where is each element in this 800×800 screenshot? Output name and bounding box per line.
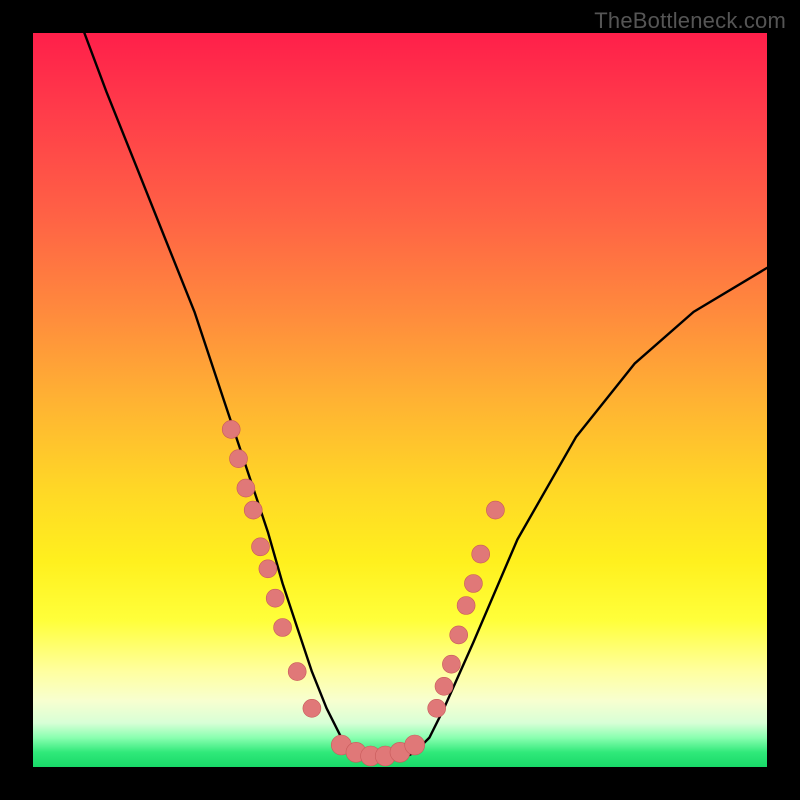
marker-dot bbox=[472, 545, 490, 563]
marker-dot bbox=[274, 619, 292, 637]
marker-dot bbox=[259, 560, 277, 578]
plot-area bbox=[33, 33, 767, 767]
marker-dot bbox=[457, 597, 475, 615]
marker-dot bbox=[464, 575, 482, 593]
marker-dot bbox=[486, 501, 504, 519]
watermark-text: TheBottleneck.com bbox=[594, 8, 786, 34]
marker-dot bbox=[405, 735, 425, 755]
chart-frame: TheBottleneck.com bbox=[0, 0, 800, 800]
marker-dot bbox=[428, 699, 446, 717]
marker-dot bbox=[288, 663, 306, 681]
marker-dot bbox=[303, 699, 321, 717]
marker-dot bbox=[252, 538, 270, 556]
bottleneck-curve bbox=[84, 33, 767, 760]
curve-layer bbox=[84, 33, 767, 760]
marker-dot bbox=[442, 655, 460, 673]
marker-dot bbox=[435, 677, 453, 695]
marker-dot bbox=[266, 589, 284, 607]
chart-svg bbox=[33, 33, 767, 767]
marker-layer bbox=[222, 420, 504, 766]
marker-dot bbox=[222, 420, 240, 438]
marker-dot bbox=[450, 626, 468, 644]
marker-dot bbox=[237, 479, 255, 497]
marker-dot bbox=[230, 450, 248, 468]
marker-dot bbox=[244, 501, 262, 519]
